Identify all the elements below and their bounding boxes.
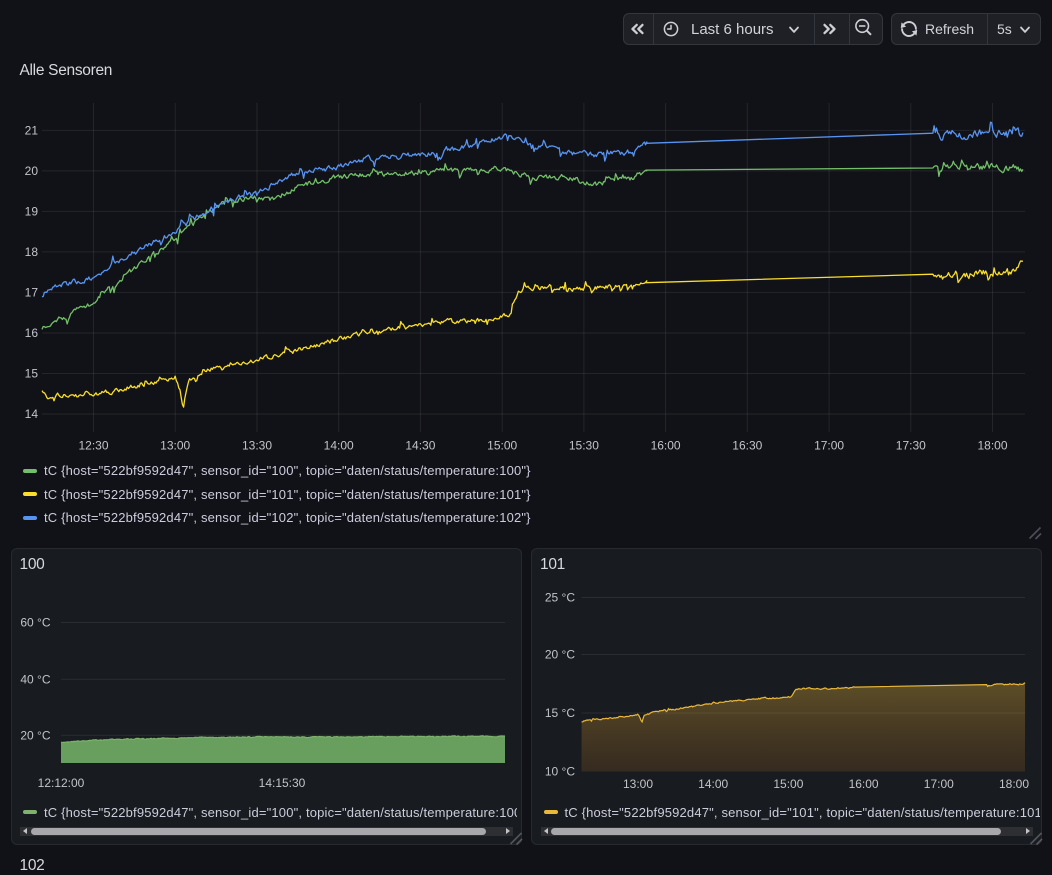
svg-text:17:00: 17:00 <box>924 777 954 791</box>
svg-text:17:30: 17:30 <box>896 439 926 453</box>
svg-text:16:30: 16:30 <box>732 439 762 453</box>
svg-text:17:00: 17:00 <box>814 439 844 453</box>
svg-text:19: 19 <box>25 205 39 219</box>
svg-text:40 °C: 40 °C <box>20 673 50 687</box>
svg-text:60 °C: 60 °C <box>20 616 50 630</box>
svg-text:13:30: 13:30 <box>242 439 272 453</box>
svg-text:14: 14 <box>25 407 39 421</box>
svg-text:14:00: 14:00 <box>698 777 728 791</box>
svg-text:10 °C: 10 °C <box>545 765 575 779</box>
svg-text:17: 17 <box>25 286 39 300</box>
svg-text:25 °C: 25 °C <box>545 591 575 605</box>
svg-text:14:00: 14:00 <box>324 439 354 453</box>
svg-text:15:00: 15:00 <box>487 439 517 453</box>
svg-text:18:00: 18:00 <box>977 439 1007 453</box>
svg-text:14:30: 14:30 <box>405 439 435 453</box>
svg-text:20: 20 <box>25 164 39 178</box>
svg-text:15 °C: 15 °C <box>545 706 575 720</box>
svg-text:20 °C: 20 °C <box>545 648 575 662</box>
svg-text:16:00: 16:00 <box>651 439 681 453</box>
svg-text:15:30: 15:30 <box>569 439 599 453</box>
svg-text:16:00: 16:00 <box>849 777 879 791</box>
svg-text:21: 21 <box>25 124 39 138</box>
svg-text:20 °C: 20 °C <box>20 729 50 743</box>
svg-text:18:00: 18:00 <box>999 777 1029 791</box>
svg-text:15:00: 15:00 <box>773 777 803 791</box>
svg-text:14:15:30: 14:15:30 <box>259 776 306 790</box>
svg-text:16: 16 <box>25 326 39 340</box>
svg-text:13:00: 13:00 <box>623 777 653 791</box>
svg-text:13:00: 13:00 <box>160 439 190 453</box>
svg-text:18: 18 <box>25 245 39 259</box>
svg-text:15: 15 <box>25 367 39 381</box>
svg-text:12:30: 12:30 <box>78 439 108 453</box>
svg-text:12:12:00: 12:12:00 <box>38 776 85 790</box>
